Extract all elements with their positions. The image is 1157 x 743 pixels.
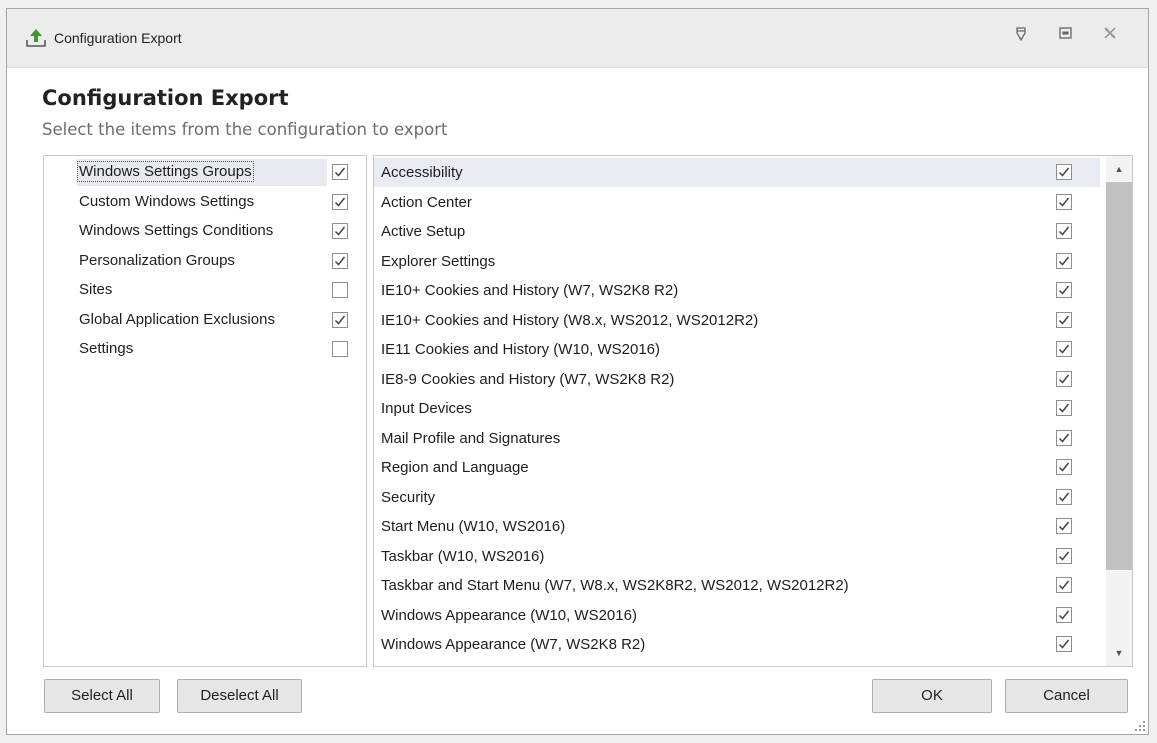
item-label: Input Devices xyxy=(381,400,472,417)
category-row[interactable]: Sites xyxy=(44,276,366,305)
item-checkbox[interactable] xyxy=(1056,223,1072,239)
item-checkbox[interactable] xyxy=(1056,341,1072,357)
category-checkbox[interactable] xyxy=(332,341,348,357)
item-label: IE11 Cookies and History (W10, WS2016) xyxy=(381,341,661,358)
item-row[interactable]: Accessibility xyxy=(374,158,1100,187)
item-checkbox[interactable] xyxy=(1056,429,1072,446)
category-row[interactable]: Windows Settings Groups xyxy=(44,158,366,187)
item-row[interactable]: Action Center xyxy=(374,188,1100,217)
category-checkbox[interactable] xyxy=(332,164,348,180)
item-row[interactable]: Region and Language xyxy=(374,453,1100,482)
item-checkbox[interactable] xyxy=(1056,488,1072,505)
item-label: Windows Appearance (W10, WS2016) xyxy=(381,606,637,624)
category-checkbox[interactable] xyxy=(332,311,348,328)
item-row[interactable]: Active Setup xyxy=(374,217,1100,246)
item-checkbox[interactable] xyxy=(1056,282,1072,298)
select-all-button[interactable]: Select All xyxy=(44,679,160,713)
item-checkbox[interactable] xyxy=(1056,547,1072,564)
cancel-button[interactable]: Cancel xyxy=(1005,679,1128,713)
item-checkbox[interactable] xyxy=(1056,518,1072,534)
item-label: Explorer Settings xyxy=(381,252,496,270)
item-row[interactable]: Start Menu (W10, WS2016) xyxy=(374,512,1100,541)
category-label: Sites xyxy=(79,281,113,298)
item-row[interactable]: Input Devices xyxy=(374,394,1100,423)
item-label: Action Center xyxy=(381,193,472,211)
item-row[interactable]: Taskbar and Start Menu (W7, W8.x, WS2K8R… xyxy=(374,571,1100,600)
item-label: Mail Profile and Signatures xyxy=(381,429,561,447)
category-label: Global Application Exclusions xyxy=(79,310,275,328)
category-list: Windows Settings Groups Custom Windows Se… xyxy=(43,155,367,667)
item-label: Taskbar (W10, WS2016) xyxy=(381,547,545,565)
scroll-down-icon[interactable]: ▼ xyxy=(1106,640,1132,666)
item-checkbox[interactable] xyxy=(1056,193,1072,210)
page-title: Configuration Export xyxy=(42,86,289,110)
item-row[interactable]: Windows Appearance (W10, WS2016) xyxy=(374,601,1100,630)
item-checkbox[interactable] xyxy=(1056,577,1072,593)
item-row[interactable]: IE10+ Cookies and History (W7, WS2K8 R2) xyxy=(374,276,1100,305)
resize-grip-icon[interactable] xyxy=(1132,718,1146,732)
item-checkbox[interactable] xyxy=(1056,164,1072,180)
item-checkbox[interactable] xyxy=(1056,665,1072,666)
deselect-all-button[interactable]: Deselect All xyxy=(177,679,302,713)
item-label: Region and Language xyxy=(381,459,529,476)
category-checkbox[interactable] xyxy=(332,193,348,210)
ok-button[interactable]: OK xyxy=(872,679,992,713)
item-checkbox[interactable] xyxy=(1056,400,1072,416)
item-label: Active Setup xyxy=(381,223,466,240)
dialog-window: Configuration Export Configuration Expor… xyxy=(6,8,1149,735)
scroll-up-icon[interactable]: ▲ xyxy=(1106,156,1132,182)
export-icon xyxy=(25,26,47,48)
item-label: IE8-9 Cookies and History (W7, WS2K8 R2) xyxy=(381,370,675,388)
category-row[interactable]: Settings xyxy=(44,335,366,364)
scrollbar-thumb[interactable] xyxy=(1106,182,1132,570)
item-checkbox[interactable] xyxy=(1056,636,1072,652)
item-label: Windows Appearance (W7, WS2K8 R2) xyxy=(381,636,646,653)
title-bar: Configuration Export xyxy=(7,9,1148,68)
category-label: Settings xyxy=(79,340,134,357)
item-label: Accessibility xyxy=(381,164,463,181)
vertical-scrollbar[interactable]: ▲ ▼ xyxy=(1106,156,1132,666)
item-label: Security xyxy=(381,488,436,506)
item-checkbox[interactable] xyxy=(1056,459,1072,475)
page-subtitle: Select the items from the configuration … xyxy=(42,120,448,139)
item-row[interactable]: Taskbar (W10, WS2016) xyxy=(374,542,1100,571)
category-row[interactable]: Global Application Exclusions xyxy=(44,306,366,335)
item-label: Start Menu (W10, WS2016) xyxy=(381,518,566,535)
item-row[interactable]: Explorer Settings xyxy=(374,247,1100,276)
category-row[interactable]: Custom Windows Settings xyxy=(44,188,366,217)
item-label: IE10+ Cookies and History (W8.x, WS2012,… xyxy=(381,311,759,329)
item-row[interactable] xyxy=(374,660,1100,666)
category-label: Custom Windows Settings xyxy=(79,192,255,210)
item-row[interactable]: IE10+ Cookies and History (W8.x, WS2012,… xyxy=(374,306,1100,335)
window-title: Configuration Export xyxy=(54,30,182,46)
category-checkbox[interactable] xyxy=(332,282,348,298)
item-row[interactable]: IE8-9 Cookies and History (W7, WS2K8 R2) xyxy=(374,365,1100,394)
item-row[interactable]: Windows Appearance (W7, WS2K8 R2) xyxy=(374,630,1100,659)
category-checkbox[interactable] xyxy=(332,223,348,239)
pin-icon[interactable] xyxy=(1010,27,1032,49)
item-checkbox[interactable] xyxy=(1056,252,1072,269)
item-row[interactable]: IE11 Cookies and History (W10, WS2016) xyxy=(374,335,1100,364)
item-checkbox[interactable] xyxy=(1056,606,1072,623)
item-checkbox[interactable] xyxy=(1056,370,1072,387)
item-label: Taskbar and Start Menu (W7, W8.x, WS2K8R… xyxy=(381,577,849,594)
item-row[interactable]: Security xyxy=(374,483,1100,512)
category-label: Windows Settings Conditions xyxy=(79,222,274,239)
category-label: Personalization Groups xyxy=(79,251,235,269)
category-row[interactable]: Personalization Groups xyxy=(44,247,366,276)
category-label: Windows Settings Groups xyxy=(77,161,254,182)
item-label: IE10+ Cookies and History (W7, WS2K8 R2) xyxy=(381,282,679,299)
item-list: Windows Appearance (W7, WS2K8 R2) Windows… xyxy=(373,155,1133,667)
maximize-icon[interactable] xyxy=(1054,27,1076,49)
item-checkbox[interactable] xyxy=(1056,311,1072,328)
close-icon[interactable] xyxy=(1099,27,1121,49)
category-row[interactable]: Windows Settings Conditions xyxy=(44,217,366,246)
item-row[interactable]: Mail Profile and Signatures xyxy=(374,424,1100,453)
category-checkbox[interactable] xyxy=(332,252,348,269)
